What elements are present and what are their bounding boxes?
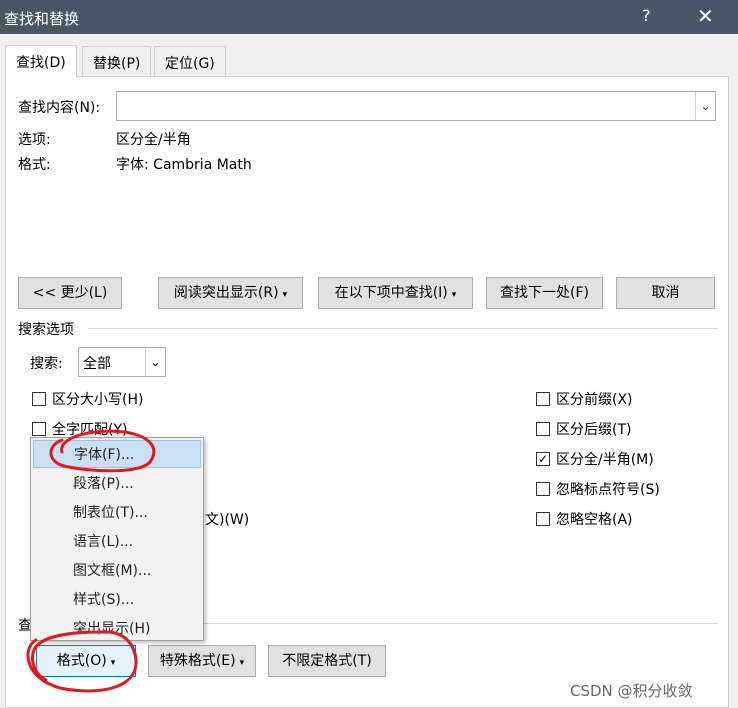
no-formatting-button[interactable]: 不限定格式(T) — [268, 645, 386, 677]
whole-word-label: 全字匹配(Y) — [52, 422, 128, 438]
watermark: CSDN @积分收敛 — [570, 682, 693, 700]
format-button-label: 格式(O) — [56, 653, 107, 669]
close-button[interactable]: ✕ — [697, 4, 714, 28]
cancel-button[interactable]: 取消 — [616, 277, 715, 309]
ignore-space-label: 忽略空格(A) — [556, 512, 633, 528]
partial-option-label: 文)(W) — [205, 512, 250, 528]
menu-item-font[interactable]: 字体(F)... — [33, 440, 201, 468]
find-in-label: 在以下项中查找(I) — [334, 285, 448, 301]
menu-item-frame[interactable]: 图文框(M)... — [31, 557, 203, 585]
find-input[interactable]: ⌄ — [116, 91, 716, 121]
search-options-heading: 搜索选项 — [18, 322, 74, 338]
special-format-label: 特殊格式(E) — [159, 653, 236, 669]
reading-highlight-label: 阅读突出显示(R) — [173, 285, 279, 301]
search-label: 搜索: — [30, 356, 63, 372]
match-prefix-checkbox[interactable] — [536, 392, 550, 406]
caret-down-icon: ▾ — [110, 658, 116, 668]
tab-find[interactable]: 查找(D) — [5, 45, 77, 77]
reading-highlight-button[interactable]: 阅读突出显示(R) ▾ — [158, 277, 303, 309]
match-prefix-label: 区分前缀(X) — [556, 392, 633, 408]
format-label: 格式: — [18, 157, 51, 173]
caret-down-icon: ▾ — [451, 290, 457, 300]
search-scope-value: 全部 — [83, 356, 111, 372]
caret-down-icon: ▾ — [239, 658, 245, 668]
menu-item-highlight[interactable]: 突出显示(H) — [31, 615, 203, 643]
menu-item-language[interactable]: 语言(L)... — [31, 528, 203, 556]
find-next-button[interactable]: 查找下一处(F) — [486, 277, 603, 309]
find-label: 查找内容(N): — [18, 100, 101, 116]
title-bar: 查找和替换 ? ✕ — [0, 0, 738, 34]
special-format-button[interactable]: 特殊格式(E) ▾ — [148, 645, 256, 677]
help-button[interactable]: ? — [642, 6, 651, 25]
match-case-label: 区分大小写(H) — [52, 392, 144, 408]
ignore-punctuation-checkbox[interactable] — [536, 482, 550, 496]
search-scope-select[interactable]: 全部 ⌄ — [78, 347, 166, 377]
match-suffix-checkbox[interactable] — [536, 422, 550, 436]
whole-word-checkbox[interactable] — [32, 422, 46, 436]
tab-goto[interactable]: 定位(G) — [154, 46, 226, 76]
options-label: 选项: — [18, 132, 51, 148]
menu-item-paragraph[interactable]: 段落(P)... — [31, 470, 203, 498]
match-width-checkbox[interactable]: ✓ — [536, 452, 550, 466]
format-button[interactable]: 格式(O) ▾ — [36, 645, 136, 677]
section-divider — [88, 328, 718, 329]
format-value: 字体: Cambria Math — [116, 157, 252, 173]
chevron-down-icon[interactable]: ⌄ — [695, 92, 715, 120]
match-width-label: 区分全/半角(M) — [556, 452, 654, 468]
tab-replace[interactable]: 替换(P) — [82, 46, 152, 76]
match-case-checkbox[interactable] — [32, 392, 46, 406]
format-menu: 字体(F)... 段落(P)... 制表位(T)... 语言(L)... 图文框… — [30, 437, 204, 641]
ignore-punctuation-label: 忽略标点符号(S) — [556, 482, 660, 498]
options-value: 区分全/半角 — [116, 132, 191, 148]
less-button[interactable]: << 更少(L) — [18, 277, 122, 309]
menu-item-tabs[interactable]: 制表位(T)... — [31, 499, 203, 527]
menu-item-style[interactable]: 样式(S)... — [31, 586, 203, 614]
caret-down-icon: ▾ — [282, 290, 288, 300]
chevron-down-icon[interactable]: ⌄ — [145, 348, 165, 376]
ignore-space-checkbox[interactable] — [536, 512, 550, 526]
find-in-button[interactable]: 在以下项中查找(I) ▾ — [318, 277, 473, 309]
window-title: 查找和替换 — [4, 10, 80, 28]
match-suffix-label: 区分后缀(T) — [556, 422, 632, 438]
